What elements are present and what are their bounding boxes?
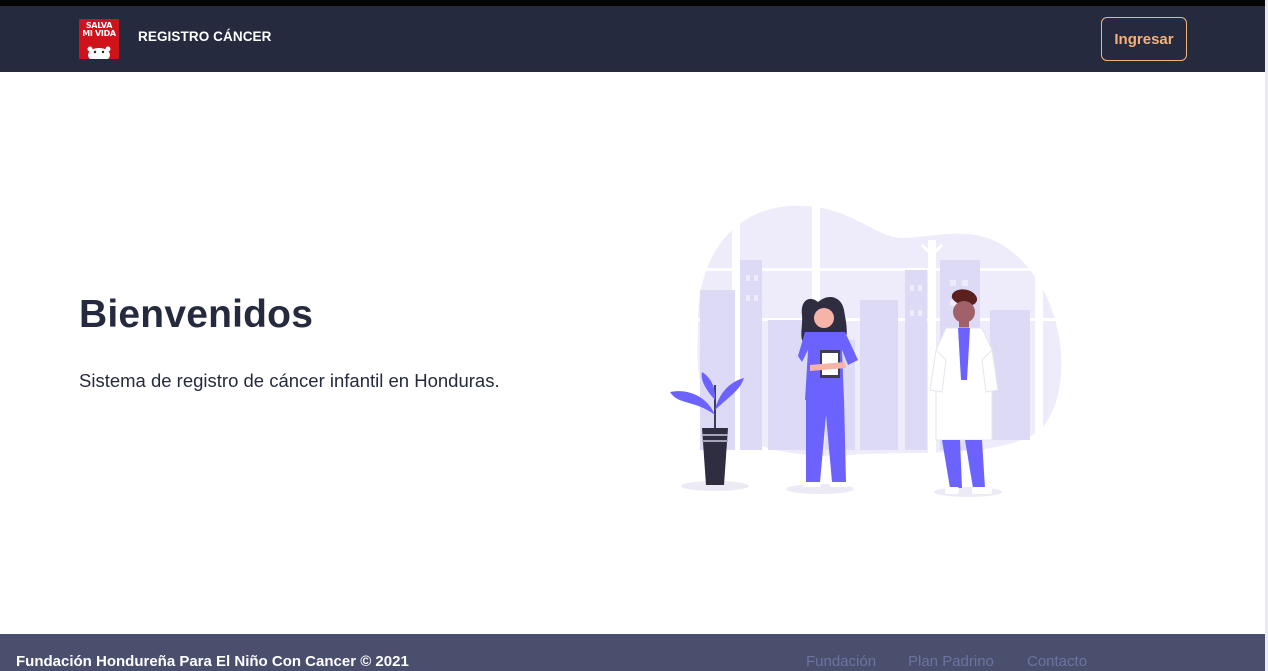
footer-link-plan-padrino[interactable]: Plan Padrino: [908, 653, 994, 670]
login-button[interactable]: Ingresar: [1101, 17, 1187, 61]
navbar: SALVA MI VIDA REGISTRO CÁNCER Ingresar: [0, 6, 1265, 72]
hero-subtitle: Sistema de registro de cáncer infantil e…: [79, 370, 500, 391]
mascot-icon: [87, 46, 111, 59]
footer-link-fundacion[interactable]: Fundación: [806, 653, 876, 670]
salva-mi-vida-logo[interactable]: SALVA MI VIDA: [79, 19, 119, 59]
medical-staff-illustration: [660, 200, 1080, 505]
footer: Fundación Hondureña Para El Niño Con Can…: [0, 634, 1265, 671]
hero-title: Bienvenidos: [79, 293, 314, 336]
brand-title[interactable]: REGISTRO CÁNCER: [138, 29, 272, 44]
footer-link-contacto[interactable]: Contacto: [1027, 653, 1087, 670]
footer-copyright: Fundación Hondureña Para El Niño Con Can…: [16, 653, 409, 670]
